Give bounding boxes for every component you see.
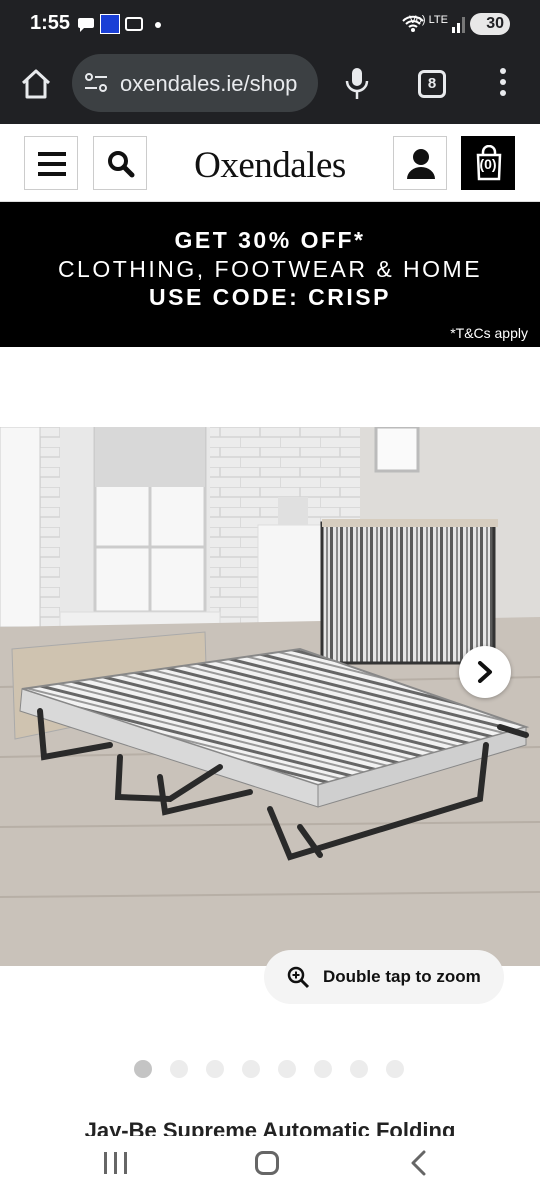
carousel-dot[interactable] xyxy=(170,1060,188,1078)
site-header: Oxendales (0) xyxy=(0,124,540,202)
bag-count: (0) xyxy=(479,156,497,172)
chevron-right-icon xyxy=(478,661,492,683)
carousel-dot[interactable] xyxy=(242,1060,260,1078)
network-type: Vo) LTE xyxy=(409,14,448,26)
zoom-hint[interactable]: Double tap to zoom xyxy=(264,950,504,1004)
tune-icon[interactable] xyxy=(84,72,108,94)
hamburger-menu-icon[interactable] xyxy=(24,136,78,190)
status-time: 1:55 xyxy=(30,12,71,34)
promo-categories: CLOTHING, FOOTWEAR & HOME xyxy=(57,256,483,282)
brand-logo[interactable]: Oxendales xyxy=(170,144,370,187)
more-vert-icon[interactable] xyxy=(496,68,510,100)
mic-icon[interactable] xyxy=(344,66,370,102)
promo-banner[interactable]: GET 30% OFF* CLOTHING, FOOTWEAR & HOME U… xyxy=(0,202,540,347)
browser-toolbar: oxendales.ie/shop 8 xyxy=(0,48,540,124)
url-text[interactable]: oxendales.ie/shop xyxy=(120,71,306,97)
card-notification-icon xyxy=(125,17,143,31)
promo-code: USE CODE: CRISP xyxy=(149,284,391,310)
carousel-dot[interactable] xyxy=(134,1060,152,1078)
product-title: Jay-Be Supreme Automatic Folding xyxy=(84,1118,456,1136)
app-notification-icon xyxy=(100,14,120,34)
product-image[interactable] xyxy=(0,427,540,966)
next-image-button[interactable] xyxy=(459,646,511,698)
account-button[interactable] xyxy=(393,136,447,190)
more-notifications-icon xyxy=(155,22,161,28)
recent-apps-icon[interactable] xyxy=(104,1152,128,1174)
zoom-in-icon xyxy=(287,966,310,989)
status-bar: 1:55 Vo) LTE 30 xyxy=(0,0,540,48)
battery-indicator: 30 xyxy=(470,13,510,35)
message-icon xyxy=(78,18,94,32)
carousel-dot[interactable] xyxy=(350,1060,368,1078)
image-carousel-dots xyxy=(134,1060,414,1080)
promo-headline: GET 30% OFF* xyxy=(174,227,366,253)
address-bar[interactable]: oxendales.ie/shop xyxy=(72,54,318,112)
carousel-dot[interactable] xyxy=(278,1060,296,1078)
tab-switcher-button[interactable]: 8 xyxy=(418,70,446,98)
carousel-dot[interactable] xyxy=(314,1060,332,1078)
carousel-dot[interactable] xyxy=(386,1060,404,1078)
shopping-bag-button[interactable]: (0) xyxy=(461,136,515,190)
home-nav-icon[interactable] xyxy=(255,1151,279,1175)
back-icon[interactable] xyxy=(408,1150,430,1176)
account-icon xyxy=(407,149,435,179)
signal-icon xyxy=(452,17,465,33)
home-icon[interactable] xyxy=(18,66,54,102)
promo-terms[interactable]: *T&Cs apply xyxy=(450,325,528,341)
carousel-dot[interactable] xyxy=(206,1060,224,1078)
system-nav-bar xyxy=(0,1136,540,1200)
search-button[interactable] xyxy=(93,136,147,190)
zoom-hint-text: Double tap to zoom xyxy=(323,967,481,986)
search-icon xyxy=(108,151,135,178)
